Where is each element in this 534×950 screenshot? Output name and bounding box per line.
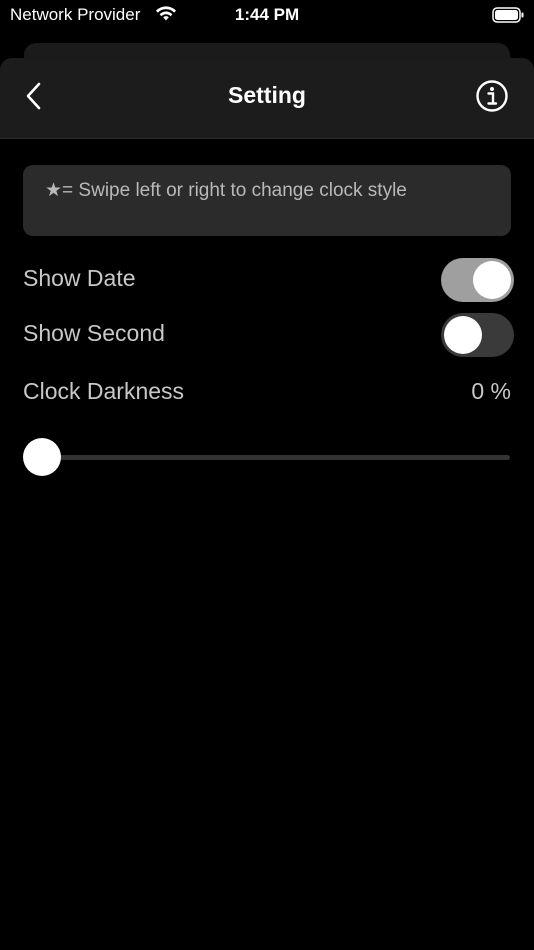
page-title: Setting — [228, 82, 306, 108]
toggle-knob — [473, 261, 511, 299]
show-second-toggle[interactable] — [441, 313, 514, 357]
star-icon: ★ — [45, 180, 63, 201]
hint-text: = Swipe left or right to change clock st… — [62, 180, 407, 201]
navigation-bar: Setting — [0, 58, 534, 139]
info-circle-icon — [475, 79, 509, 118]
toggle-knob — [444, 316, 482, 354]
clock-style-hint: ★= Swipe left or right to change clock s… — [23, 165, 511, 236]
clock-darkness-slider-thumb[interactable] — [23, 438, 61, 476]
show-second-label: Show Second — [23, 320, 165, 346]
settings-sheet: Setting ★= Swipe left or right to change… — [0, 58, 534, 950]
clock-darkness-label: Clock Darkness — [23, 378, 185, 404]
status-time: 1:44 PM — [234, 5, 300, 24]
status-bar: Network Provider 1:44 PM — [0, 0, 534, 32]
clock-darkness-slider-track[interactable] — [42, 455, 510, 460]
show-date-toggle[interactable] — [441, 258, 514, 302]
clock-darkness-value: 0 % — [471, 378, 511, 404]
info-button[interactable] — [472, 78, 512, 118]
battery-full-icon — [492, 7, 524, 23]
show-date-label: Show Date — [23, 265, 136, 291]
